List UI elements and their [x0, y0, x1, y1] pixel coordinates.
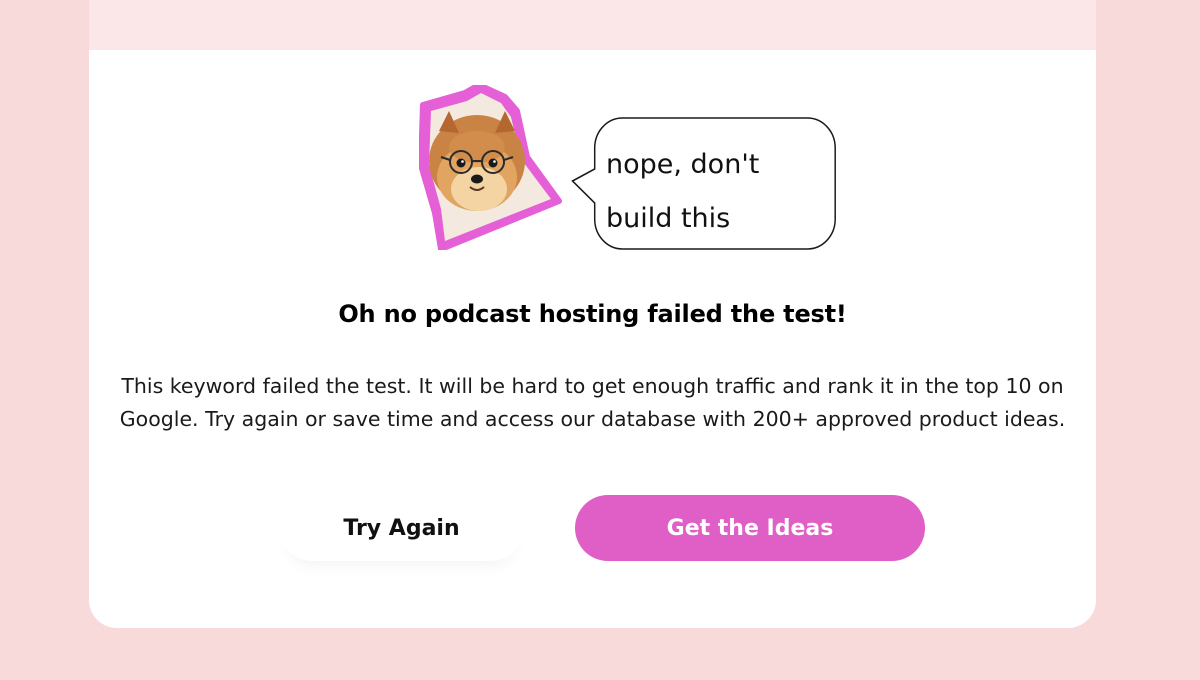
- pomeranian-dog-with-glasses-icon: [419, 85, 562, 250]
- result-description: This keyword failed the test. It will be…: [119, 374, 1066, 431]
- try-again-button[interactable]: Try Again: [279, 495, 524, 561]
- speech-bubble-line-1: nope, don't: [606, 149, 760, 180]
- result-headline: Oh no podcast hosting failed the test!: [338, 300, 847, 328]
- speech-bubble-line-2: build this: [606, 203, 731, 234]
- get-the-ideas-button[interactable]: Get the Ideas: [575, 495, 925, 561]
- speech-bubble-text: nope, don't build this: [606, 138, 826, 246]
- result-card: nope, don't build this Oh no podcast hos…: [89, 0, 1096, 628]
- card-header-band: [89, 0, 1096, 50]
